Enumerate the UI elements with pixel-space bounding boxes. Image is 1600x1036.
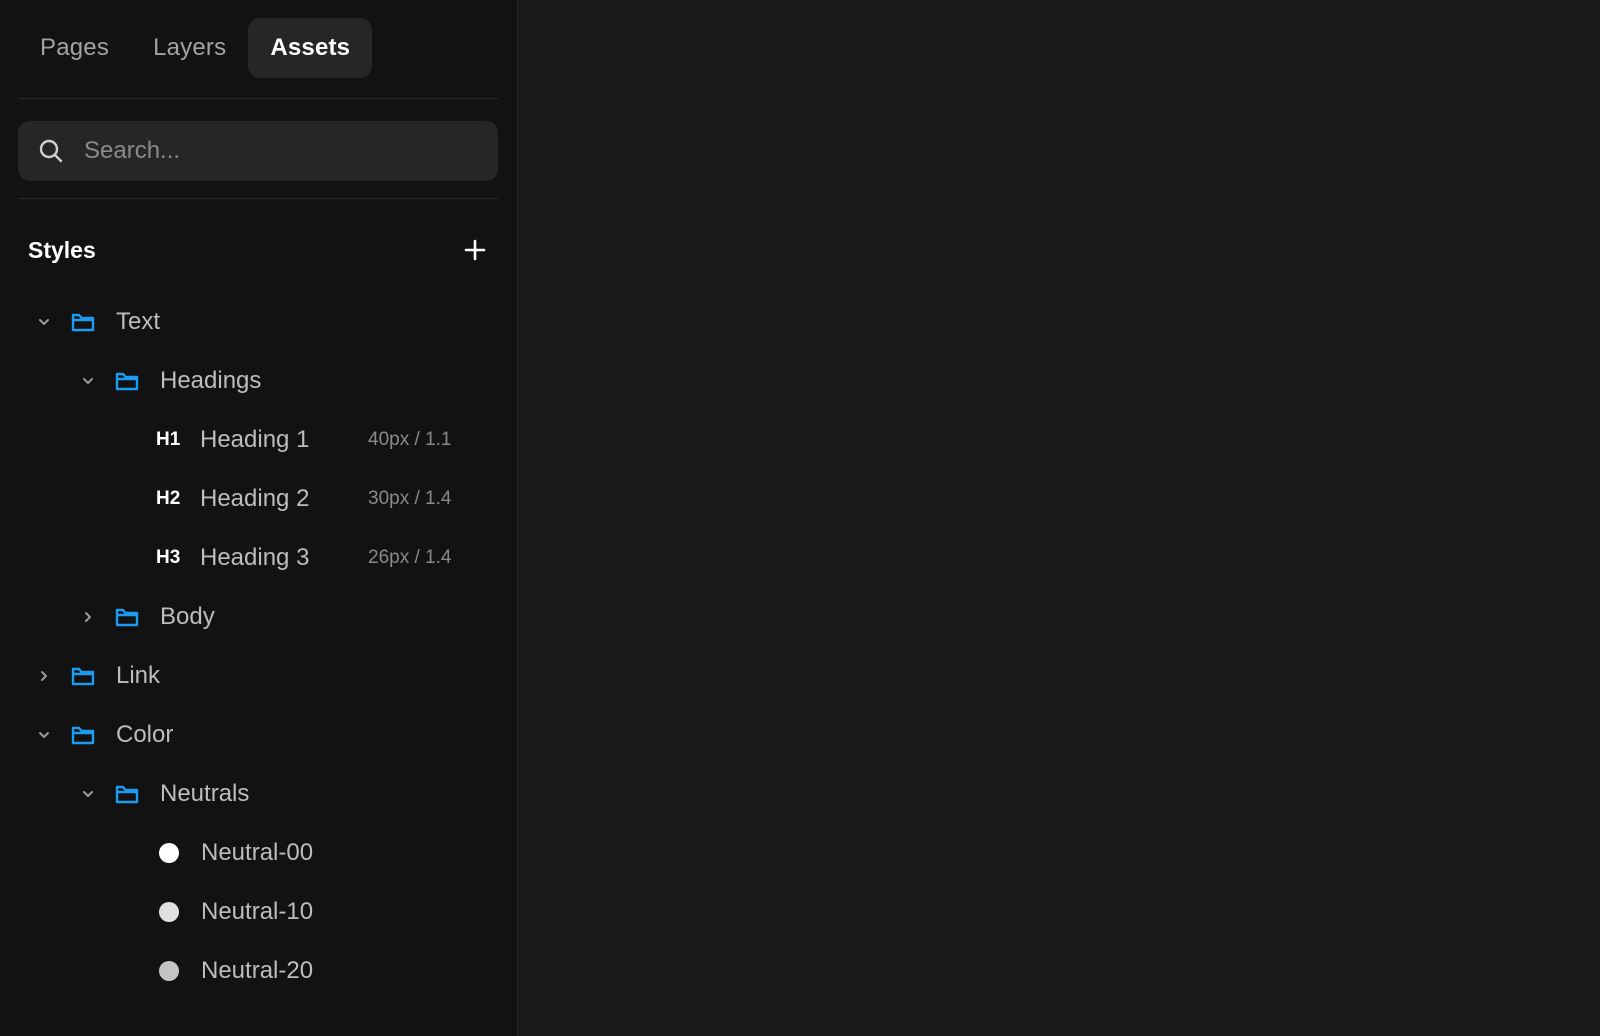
style-name: Heading 3 xyxy=(200,544,310,571)
search-box[interactable] xyxy=(18,121,498,181)
chevron-down-icon[interactable] xyxy=(34,312,54,332)
text-style-heading-1[interactable]: H1 Heading 1 40px / 1.1 xyxy=(156,420,451,460)
tree-item-label: Color xyxy=(116,721,174,748)
style-meta: 40px / 1.1 xyxy=(368,429,452,450)
style-meta: 26px / 1.4 xyxy=(368,547,452,568)
search-divider xyxy=(18,198,498,199)
tree-item-body[interactable]: Body xyxy=(78,597,215,637)
chevron-right-icon[interactable] xyxy=(34,666,54,686)
tree-item-text[interactable]: Text xyxy=(34,302,160,342)
style-name: Heading 1 xyxy=(200,426,310,453)
color-style-neutral-20[interactable]: Neutral-20 xyxy=(159,951,313,991)
app-window: Pages Layers Assets Styles xyxy=(0,0,1600,1036)
tab-pages[interactable]: Pages xyxy=(18,18,131,78)
text-style-heading-2[interactable]: H2 Heading 2 30px / 1.4 xyxy=(156,479,451,519)
chevron-down-icon[interactable] xyxy=(34,725,54,745)
folder-icon xyxy=(70,664,96,688)
tree-item-label: Headings xyxy=(160,367,262,394)
tabs-divider xyxy=(18,98,498,99)
color-swatch xyxy=(159,902,179,922)
tree-item-headings[interactable]: Headings xyxy=(78,361,261,401)
tree-item-label: Text xyxy=(116,308,161,335)
folder-icon xyxy=(114,782,140,806)
tree-item-color[interactable]: Color xyxy=(34,715,173,755)
search-icon xyxy=(39,139,63,163)
style-name: Neutral-10 xyxy=(201,898,314,925)
tab-assets[interactable]: Assets xyxy=(248,18,373,78)
chevron-right-icon[interactable] xyxy=(78,607,98,627)
style-name: Neutral-20 xyxy=(201,957,314,984)
add-style-button[interactable] xyxy=(460,235,490,265)
tree-item-link[interactable]: Link xyxy=(34,656,160,696)
folder-icon xyxy=(114,369,140,393)
tab-layers[interactable]: Layers xyxy=(131,18,248,78)
color-style-neutral-00[interactable]: Neutral-00 xyxy=(159,833,313,873)
tree-item-label: Link xyxy=(116,662,161,689)
folder-icon xyxy=(114,605,140,629)
color-style-neutral-10[interactable]: Neutral-10 xyxy=(159,892,313,932)
folder-icon xyxy=(70,723,96,747)
text-style-heading-3[interactable]: H3 Heading 3 26px / 1.4 xyxy=(156,538,451,578)
color-swatch xyxy=(159,961,179,981)
folder-icon xyxy=(70,310,96,334)
style-name: Neutral-00 xyxy=(201,839,314,866)
heading-badge: H3 xyxy=(156,547,181,568)
style-name: Heading 2 xyxy=(200,485,310,512)
styles-section-header: Styles xyxy=(28,230,490,270)
style-meta: 30px / 1.4 xyxy=(368,488,452,509)
heading-badge: H2 xyxy=(156,488,181,509)
chevron-down-icon[interactable] xyxy=(78,784,98,804)
styles-title: Styles xyxy=(28,236,96,263)
panel-tabs: Pages Layers Assets xyxy=(18,18,373,78)
color-swatch xyxy=(159,843,179,863)
tree-item-label: Body xyxy=(160,603,215,630)
search-input[interactable] xyxy=(82,136,466,166)
canvas-area[interactable] xyxy=(519,0,1600,1036)
plus-icon xyxy=(464,239,486,261)
sidebar-panel: Pages Layers Assets Styles xyxy=(0,0,518,1036)
heading-badge: H1 xyxy=(156,429,181,450)
tree-item-label: Neutrals xyxy=(160,780,250,807)
chevron-down-icon[interactable] xyxy=(78,371,98,391)
tree-item-neutrals[interactable]: Neutrals xyxy=(78,774,249,814)
